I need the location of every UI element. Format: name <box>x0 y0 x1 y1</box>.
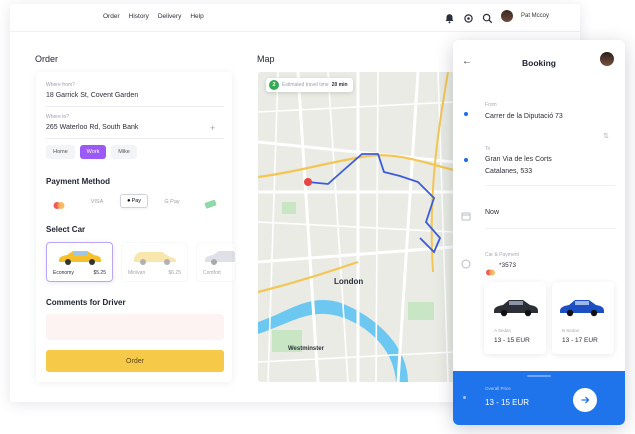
car-payment-icon <box>461 256 471 274</box>
black-car-icon <box>494 300 538 317</box>
car-price: 13 - 17 EUR <box>562 337 598 344</box>
map-title: Map <box>257 54 275 64</box>
car-name: A Sedan <box>494 328 512 333</box>
to-address-line1[interactable]: Gran Via de les Corts <box>485 155 552 165</box>
from-address[interactable]: Carrer de la Diputació 73 <box>485 112 563 122</box>
nav-history[interactable]: History <box>129 13 149 20</box>
nav-delivery[interactable]: Delivery <box>158 13 181 20</box>
booking-panel: ← Booking From Carrer de la Diputació 73… <box>453 40 625 425</box>
comments-input[interactable] <box>46 314 224 340</box>
apple-pay-label: Pay <box>131 198 142 204</box>
add-stop-icon[interactable]: + <box>210 123 215 133</box>
nav-actions: Pat Mccoy <box>444 10 549 23</box>
apple-icon: ● <box>126 198 131 204</box>
car-name: Economy <box>53 270 74 276</box>
price-value: 13 - 15 EUR <box>485 398 530 407</box>
eta-value: 20 min <box>331 82 348 88</box>
drag-handle[interactable] <box>527 375 551 377</box>
to-label: To <box>485 146 491 152</box>
silver-car-icon <box>205 251 235 265</box>
car-price: $5.25 <box>93 270 106 276</box>
map-canvas <box>258 72 454 382</box>
divider <box>485 228 615 229</box>
to-label: Where to? <box>46 114 70 120</box>
order-title: Order <box>35 54 59 64</box>
screen: Order History Delivery Help Pat Mccoy Or… <box>0 0 635 434</box>
from-input[interactable]: 18 Garrick St, Covent Garden <box>46 92 138 99</box>
car-price: $6.25 <box>168 270 181 276</box>
car-option-minivan[interactable]: Minivan $6.25 <box>121 242 188 282</box>
visa-option[interactable]: VISA <box>86 195 108 209</box>
car-name: B Sedan <box>562 328 580 333</box>
map-label-city: London <box>334 277 364 286</box>
order-button[interactable]: Order <box>46 350 224 372</box>
origin-dot <box>464 112 468 116</box>
user-name[interactable]: Pat Mccoy <box>521 13 549 19</box>
pickup-time[interactable]: Now <box>485 208 499 218</box>
car-price: 13 - 15 EUR <box>494 337 530 344</box>
divider <box>46 106 224 107</box>
nav-order[interactable]: Order <box>103 13 120 20</box>
bullet-dot <box>463 396 466 399</box>
price-label: Overall Price <box>485 386 511 391</box>
card-number[interactable]: *3573 <box>499 261 516 271</box>
car-name: Minivan <box>128 270 146 276</box>
divider <box>485 185 615 186</box>
swap-icon[interactable]: ⇅ <box>603 132 609 140</box>
search-icon[interactable] <box>482 11 493 23</box>
divider <box>46 138 224 139</box>
car-option-economy[interactable]: Economy $5.25 <box>46 242 113 282</box>
map-view[interactable]: 2 Estimated travel time 20 min London We… <box>258 72 454 382</box>
place-work-chip[interactable]: Work <box>80 145 106 159</box>
apple-pay-option[interactable]: ● Pay <box>120 194 148 208</box>
nav-help[interactable]: Help <box>190 13 203 20</box>
car-name: Comfort <box>203 270 221 276</box>
confirm-button[interactable] <box>573 388 597 412</box>
from-label: Where from? <box>46 82 75 88</box>
destination-dot <box>464 158 468 162</box>
user-avatar[interactable] <box>501 10 513 22</box>
cash-icon[interactable] <box>204 196 218 214</box>
calendar-icon <box>461 208 471 226</box>
arrow-right-icon <box>581 396 590 404</box>
to-input[interactable]: 265 Waterloo Rd, South Bank <box>46 124 138 131</box>
eta-text: Estimated travel time <box>282 82 329 88</box>
comments-heading: Comments for Driver <box>46 298 126 307</box>
pickup-marker <box>304 178 312 186</box>
price-bar: Overall Price 13 - 15 EUR <box>453 371 625 425</box>
from-label: From <box>485 102 497 108</box>
place-home-chip[interactable]: Home <box>46 145 75 159</box>
blue-car-icon <box>560 300 604 317</box>
map-label-district: Westminster <box>288 346 324 352</box>
settings-icon[interactable] <box>463 11 474 23</box>
eta-number: 2 <box>269 80 279 90</box>
payment-method-heading: Payment Method <box>46 177 111 186</box>
select-car-heading: Select Car <box>46 225 86 234</box>
to-address-line2[interactable]: Catalanes, 533 <box>485 167 532 177</box>
driver-avatar[interactable] <box>600 52 614 66</box>
yellow-car-icon <box>59 251 101 265</box>
bell-icon[interactable] <box>444 11 455 23</box>
mastercard-icon <box>485 263 496 281</box>
eta-badge: 2 Estimated travel time 20 min <box>266 78 353 92</box>
minivan-icon <box>134 252 176 265</box>
place-mike-chip[interactable]: Mike <box>111 145 137 159</box>
mastercard-icon[interactable] <box>52 197 66 215</box>
car-payment-label: Car & Payment <box>485 252 519 258</box>
top-navigation: Order History Delivery Help Pat Mccoy <box>10 4 580 32</box>
google-pay-option[interactable]: G Pay <box>160 195 184 209</box>
booking-car-card[interactable]: A Sedan 13 - 15 EUR <box>484 282 546 354</box>
booking-car-card[interactable]: B Sedan 13 - 17 EUR <box>552 282 614 354</box>
nav-links: Order History Delivery Help <box>103 13 204 20</box>
car-option-comfort[interactable]: Comfort <box>196 242 236 282</box>
